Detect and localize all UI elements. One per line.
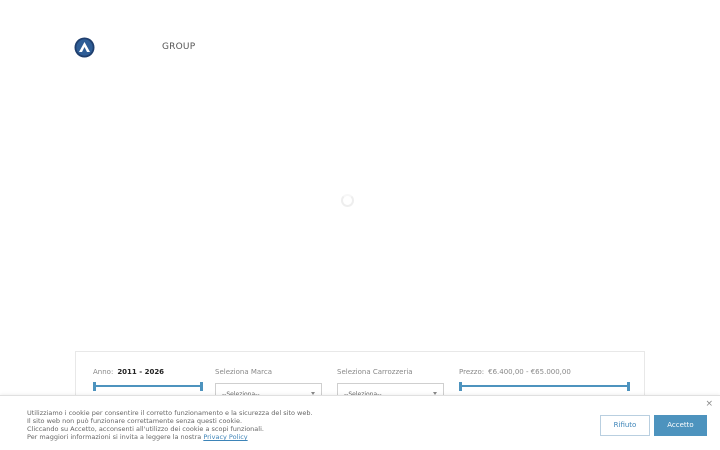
brand-name[interactable]: GROUP	[162, 42, 195, 52]
cookie-message: Utilizziamo i cookie per consentire il c…	[27, 409, 313, 441]
cookie-line: Utilizziamo i cookie per consentire il c…	[27, 409, 313, 417]
mountain-logo-icon[interactable]	[74, 37, 95, 58]
body-filter-label: Seleziona Carrozzeria	[337, 368, 413, 376]
year-max-handle[interactable]	[200, 381, 203, 391]
year-filter-label: Anno: 2011 - 2026	[93, 368, 164, 376]
year-range-value: 2011 - 2026	[117, 368, 165, 376]
price-filter-label: Prezzo: €6.400,00 - €65.000,00	[459, 368, 571, 376]
price-min-handle[interactable]	[459, 381, 462, 391]
year-label: Anno:	[93, 368, 114, 376]
brand-filter-label: Seleziona Marca	[215, 368, 273, 376]
cookie-line-prefix: Per maggiori informazioni si invita a le…	[27, 433, 202, 441]
cookie-line: Cliccando su Accetto, acconsenti all'uti…	[27, 425, 264, 433]
price-range-slider[interactable]	[459, 381, 630, 391]
reject-cookies-button[interactable]: Rifiuto	[600, 415, 650, 436]
year-range-slider[interactable]	[93, 381, 203, 391]
accept-cookies-button[interactable]: Accetto	[654, 415, 707, 436]
price-range-value: €6.400,00 - €65.000,00	[488, 368, 571, 376]
price-label: Prezzo:	[459, 368, 485, 376]
year-min-handle[interactable]	[93, 381, 96, 391]
privacy-policy-link[interactable]: Privacy Policy	[203, 433, 247, 441]
cookie-line: Il sito web non può funzionare correttam…	[27, 417, 243, 425]
cookie-banner: × Utilizziamo i cookie per consentire il…	[0, 395, 720, 450]
cookie-line: Per maggiori informazioni si invita a le…	[27, 433, 313, 441]
price-max-handle[interactable]	[627, 381, 630, 391]
spinner-icon	[341, 194, 354, 207]
close-icon[interactable]: ×	[705, 400, 713, 409]
